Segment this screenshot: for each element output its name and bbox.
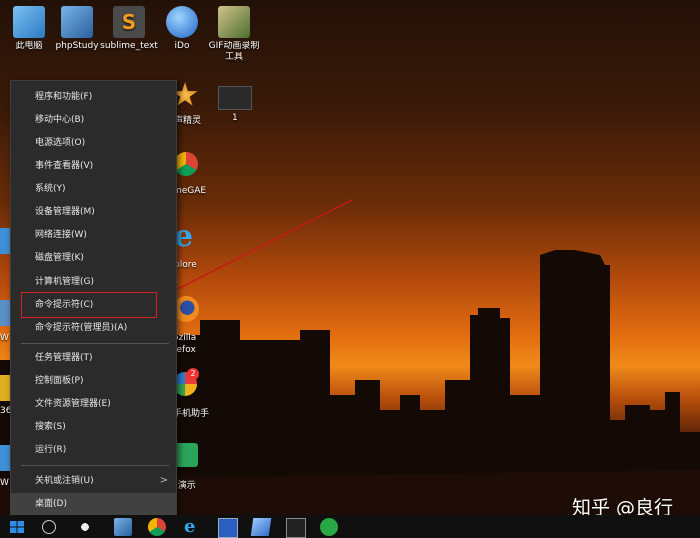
menu-item-system[interactable]: 系统(Y): [11, 178, 176, 200]
menu-item-command-prompt-admin[interactable]: 命令提示符(管理员)(A): [11, 317, 176, 339]
desktop-icon-partial-label: W: [0, 333, 9, 343]
task-view-icon[interactable]: [76, 518, 94, 536]
taskbar: e: [0, 515, 700, 538]
desktop-icon-partial-label: plore: [174, 260, 197, 270]
chevron-right-icon: >: [159, 475, 168, 486]
taskbar-chrome-icon[interactable]: [148, 518, 166, 536]
desktop-icon-left-partial[interactable]: [0, 228, 10, 254]
menu-item-computer-management[interactable]: 计算机管理(G): [11, 271, 176, 293]
menu-item-desktop[interactable]: 桌面(D): [11, 493, 176, 515]
phpstudy-icon: [61, 6, 93, 38]
desktop-icon-partial-label: 手机助手: [173, 409, 210, 419]
chrome-icon[interactable]: [174, 152, 198, 176]
desktop-icon-partial-label: meGAE: [173, 186, 207, 196]
desktop-icon-label: phpStudy: [55, 41, 99, 51]
menu-item-mobility-center[interactable]: 移动中心(B): [11, 109, 176, 131]
desktop-icon-gif-recorder[interactable]: GIF动画录制 工具: [205, 6, 263, 63]
desktop-icon-partial-label: W: [0, 478, 9, 488]
desktop-icon-partial-label: 1: [232, 113, 238, 123]
menu-item-programs-features[interactable]: 程序和功能(F): [11, 86, 176, 108]
desktop-icon-label: GIF动画录制: [208, 41, 260, 51]
menu-separator: [21, 343, 169, 344]
notification-badge: 2: [187, 368, 199, 380]
desktop-icon-phpstudy[interactable]: phpStudy: [48, 6, 106, 52]
taskbar-green-app-icon[interactable]: [320, 518, 338, 536]
desktop-icon-partial-label: 声精灵: [174, 116, 202, 126]
taskbar-word-icon[interactable]: [218, 518, 238, 538]
desktop-icon-label-line2: 工具: [224, 52, 243, 62]
search-icon[interactable]: [42, 520, 56, 534]
desktop-icon-left-partial[interactable]: [0, 300, 10, 326]
menu-item-power-options[interactable]: 电源选项(O): [11, 132, 176, 154]
menu-item-disk-management[interactable]: 磁盘管理(K): [11, 247, 176, 269]
menu-separator: [21, 465, 169, 466]
menu-item-run[interactable]: 运行(R): [11, 439, 176, 461]
menu-item-file-explorer[interactable]: 文件资源管理器(E): [11, 393, 176, 415]
desktop-icon-left-partial[interactable]: [0, 445, 10, 471]
taskbar-ie-icon[interactable]: e: [184, 518, 202, 536]
desktop-icon-left-partial[interactable]: [0, 375, 10, 401]
watermark: 知乎 @良行: [572, 497, 674, 515]
taskbar-phpstudy-icon[interactable]: [114, 518, 132, 536]
menu-item-shutdown-signout[interactable]: 关机或注销(U) >: [11, 470, 176, 492]
menu-item-label: 关机或注销(U): [35, 476, 94, 486]
menu-item-search[interactable]: 搜索(S): [11, 416, 176, 438]
ie-icon[interactable]: e: [174, 222, 200, 252]
presentation-icon[interactable]: [174, 443, 198, 467]
menu-item-device-manager[interactable]: 设备管理器(M): [11, 201, 176, 223]
video-thumbnail-icon[interactable]: [218, 86, 252, 110]
desktop-icon-ido[interactable]: iDo: [153, 6, 211, 52]
windows-start-icon[interactable]: [8, 518, 26, 536]
menu-item-event-viewer[interactable]: 事件查看器(V): [11, 155, 176, 177]
taskbar-app-icon[interactable]: [250, 518, 272, 536]
ido-icon: [166, 6, 198, 38]
desktop-icon-label: sublime_text: [100, 41, 158, 51]
sublime-text-icon: S: [113, 6, 145, 38]
menu-item-control-panel[interactable]: 控制面板(P): [11, 370, 176, 392]
gif-recorder-icon: [218, 6, 250, 38]
menu-item-task-manager[interactable]: 任务管理器(T): [11, 347, 176, 369]
annotation-highlight-box: [21, 292, 157, 318]
menu-item-network-connections[interactable]: 网络连接(W): [11, 224, 176, 246]
desktop-icon-sublime-text[interactable]: S sublime_text: [100, 6, 158, 52]
taskbar-cmd-icon[interactable]: [286, 518, 306, 538]
computer-icon: [13, 6, 45, 38]
desktop-icon-label: iDo: [174, 41, 190, 51]
